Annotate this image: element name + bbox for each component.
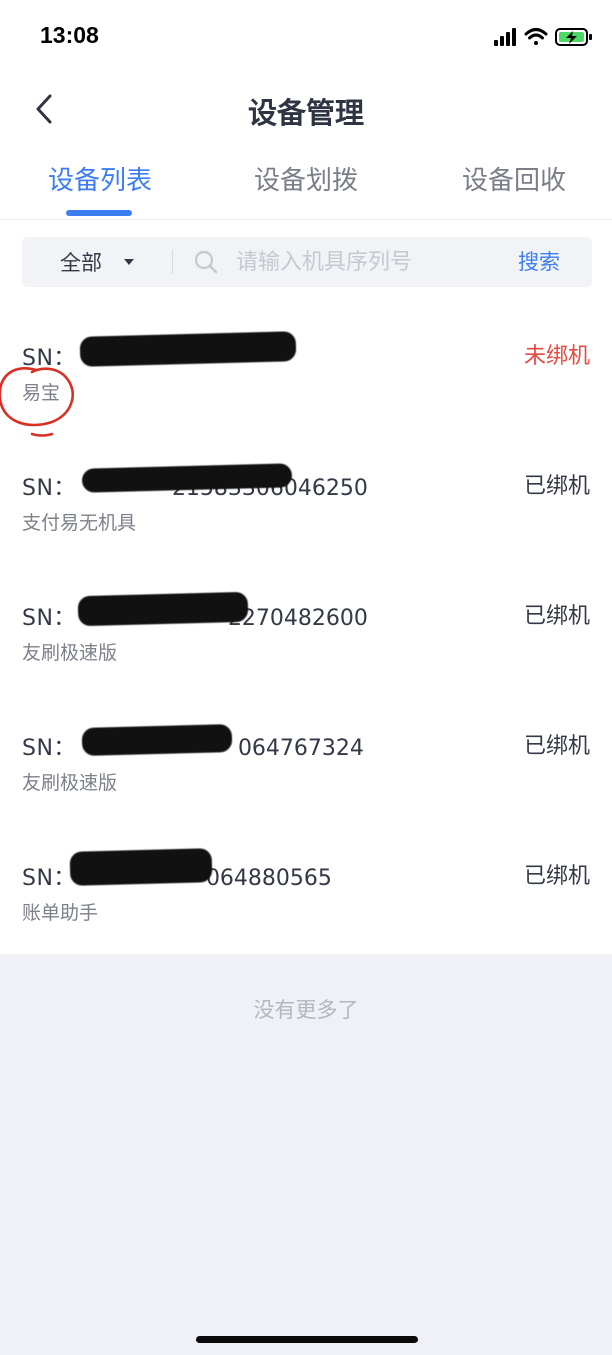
device-status: 已绑机 [523, 864, 590, 889]
device-list-item[interactable]: SN： 064880565 账单助手 已绑机 [0, 848, 612, 960]
sn-label: SN： [22, 476, 76, 501]
search-bar: 全部 搜索 [22, 237, 592, 287]
status-time: 13:08 [40, 22, 99, 48]
filter-select-value: 全部 [60, 251, 102, 275]
device-type: 友刷极速版 [22, 642, 118, 664]
filter-select[interactable]: 全部 [60, 237, 134, 287]
device-status: 已绑机 [523, 734, 590, 759]
signal-icon [494, 28, 516, 46]
search-button[interactable]: 搜索 [518, 237, 560, 287]
sn-value: 064880565 [205, 866, 332, 891]
sn-value: 2270482600 [227, 606, 368, 631]
sn-label: SN： [22, 736, 76, 761]
device-type: 友刷极速版 [22, 772, 118, 794]
status-icons [494, 28, 592, 46]
active-tab-indicator [66, 210, 132, 216]
page-title: 设备管理 [247, 96, 364, 130]
redaction-scribble [77, 591, 249, 627]
redaction-scribble [69, 848, 213, 886]
device-list-item[interactable]: SN： 2270482600 友刷极速版 已绑机 [0, 591, 612, 700]
redaction-scribble [81, 724, 233, 756]
tabs-divider [0, 219, 612, 220]
sn-label: SN： [22, 866, 76, 891]
sn-value: 064767324 [237, 736, 364, 761]
list-end-text: 没有更多了 [253, 998, 359, 1022]
device-type: 支付易无机具 [22, 512, 137, 534]
search-separator [172, 250, 173, 274]
wifi-icon [524, 28, 548, 45]
device-list-item[interactable]: SN： 064767324 友刷极速版 已绑机 [0, 724, 612, 830]
device-status: 未绑机 [523, 344, 590, 369]
sn-label: SN： [22, 606, 76, 631]
annotation-circle [0, 367, 74, 437]
device-status: 已绑机 [523, 474, 590, 499]
search-icon [194, 250, 218, 274]
device-list-item[interactable]: SN： 易宝 未绑机 [0, 331, 612, 440]
device-status: 已绑机 [523, 604, 590, 629]
home-indicator [196, 1336, 418, 1343]
tab-device-recycle[interactable]: 设备回收 [414, 160, 612, 197]
redaction-scribble [79, 331, 297, 367]
tab-device-transfer[interactable]: 设备划拨 [206, 160, 406, 197]
tab-device-list[interactable]: 设备列表 [0, 160, 200, 197]
battery-charging-icon [555, 28, 592, 46]
device-list-item[interactable]: SN： 21583306046250 支付易无机具 已绑机 [0, 463, 612, 570]
device-type: 账单助手 [22, 902, 99, 924]
search-input[interactable] [236, 245, 496, 279]
caret-down-icon [124, 259, 134, 265]
